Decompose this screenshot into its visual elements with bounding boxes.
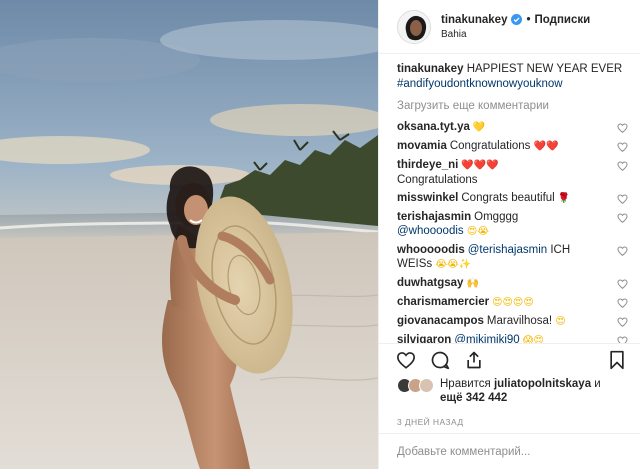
comment-username[interactable]: duwhatgsay bbox=[397, 277, 463, 289]
comment-container: oksana.tyt.ya 💛 movamia Congratulations ❤️❤… bbox=[397, 120, 628, 343]
comment-item: misswinkel Congrats beautiful 🌹 bbox=[397, 191, 628, 206]
comment-username[interactable]: giovanacampos bbox=[397, 315, 484, 327]
likes-summary: Нравится juliatopolnitskaya и ещё 342 44… bbox=[379, 375, 640, 411]
post-actions-bar bbox=[379, 343, 640, 375]
bookmark-icon bbox=[610, 350, 624, 369]
comment-like-heart-icon[interactable] bbox=[617, 336, 628, 343]
comment-like-heart-icon[interactable] bbox=[617, 142, 628, 152]
caption-hashtag[interactable]: #andifyoudontknownowyouknow bbox=[397, 78, 563, 90]
comment-username[interactable]: charismamercier bbox=[397, 296, 489, 308]
comment-text: Maravilhosa! bbox=[486, 315, 553, 327]
comment-like-heart-icon[interactable] bbox=[617, 194, 628, 204]
comment-item: movamia Congratulations ❤️❤️ bbox=[397, 139, 628, 154]
caption-username[interactable]: tinakunakey bbox=[397, 63, 463, 75]
add-comment-bar bbox=[379, 433, 640, 469]
post-header: tinakunakey • Подписки Bahia bbox=[379, 0, 640, 54]
comment-username[interactable]: oksana.tyt.ya bbox=[397, 121, 470, 133]
comment-emoji: 😍😍😍😍 bbox=[492, 297, 534, 308]
comment-item: oksana.tyt.ya 💛 bbox=[397, 120, 628, 135]
post-caption: tinakunakey HAPPIEST NEW YEAR EVER #andi… bbox=[397, 62, 628, 92]
post-photo[interactable] bbox=[0, 0, 378, 469]
comment-text: Congratulations bbox=[397, 174, 478, 186]
likes-text: Нравится juliatopolnitskaya и ещё 342 44… bbox=[440, 377, 601, 405]
comment-like-heart-icon[interactable] bbox=[617, 246, 628, 256]
comment-emoji: 😍 bbox=[555, 316, 566, 327]
comment-username[interactable]: misswinkel bbox=[397, 192, 458, 204]
verified-badge-icon bbox=[511, 14, 523, 25]
comment-username[interactable]: thirdeye_ni bbox=[397, 159, 458, 171]
like-button[interactable] bbox=[395, 349, 417, 371]
add-comment-input[interactable] bbox=[397, 445, 622, 458]
save-button[interactable] bbox=[606, 349, 628, 371]
share-button[interactable] bbox=[463, 349, 485, 371]
post-details-panel: tinakunakey • Подписки Bahia tinakunakey… bbox=[378, 0, 640, 469]
load-more-comments-button[interactable]: Загрузить еще комментарии bbox=[397, 100, 628, 112]
author-username[interactable]: tinakunakey bbox=[441, 14, 507, 26]
post-date[interactable]: 3 ДНЕЙ НАЗАД bbox=[379, 411, 640, 433]
comment-button[interactable] bbox=[429, 349, 451, 371]
comment-username[interactable]: movamia bbox=[397, 140, 447, 152]
comment-bubble-icon bbox=[431, 351, 450, 369]
comment-username[interactable]: silvigaron bbox=[397, 334, 451, 343]
comment-username[interactable]: terishajasmin bbox=[397, 211, 471, 223]
comment-like-heart-icon[interactable] bbox=[617, 317, 628, 327]
caption-text: HAPPIEST NEW YEAR EVER bbox=[466, 63, 623, 75]
comment-like-heart-icon[interactable] bbox=[617, 161, 628, 171]
comment-item: silvigaron @mikimiki90 😱😍 bbox=[397, 333, 628, 343]
comment-emoji: 🙌 bbox=[466, 278, 479, 289]
likes-user[interactable]: juliatopolnitskaya bbox=[494, 378, 591, 390]
comment-item: charismamercier 😍😍😍😍 bbox=[397, 295, 628, 310]
post-modal: tinakunakey • Подписки Bahia tinakunakey… bbox=[0, 0, 640, 469]
comment-emoji: 💛 bbox=[472, 122, 486, 133]
comment-username[interactable]: whooooodis bbox=[397, 244, 465, 256]
heart-outline-icon bbox=[396, 351, 416, 369]
comment-mention[interactable]: @whoooodis bbox=[397, 225, 464, 237]
likes-prefix: Нравится bbox=[440, 378, 491, 390]
likes-count: 342 442 bbox=[465, 392, 508, 404]
comment-item: whooooodis @terishajasmin ICH WEISs 😭😭✨ bbox=[397, 243, 628, 272]
comment-text: Omgggg bbox=[474, 211, 519, 223]
likes-middle: и bbox=[594, 378, 601, 390]
post-location[interactable]: Bahia bbox=[441, 29, 590, 40]
comment-emoji: ❤️❤️❤️ bbox=[461, 160, 499, 171]
comment-emoji: 😍😭 bbox=[466, 226, 489, 237]
comment-item: thirdeye_ni ❤️❤️❤️ Congratulations bbox=[397, 158, 628, 187]
comment-like-heart-icon[interactable] bbox=[617, 298, 628, 308]
comment-emoji: 🌹 bbox=[557, 193, 571, 204]
comments-list[interactable]: tinakunakey HAPPIEST NEW YEAR EVER #andi… bbox=[379, 54, 640, 343]
comment-emoji: ❤️❤️ bbox=[533, 141, 559, 152]
separator-dot: • bbox=[526, 13, 531, 26]
comment-text: Congratulations bbox=[449, 140, 531, 152]
comment-like-heart-icon[interactable] bbox=[617, 123, 628, 133]
comment-item: terishajasmin Omgggg @whoooodis 😍😭 bbox=[397, 210, 628, 239]
comment-text: Congrats beautiful bbox=[461, 192, 555, 204]
comment-emoji: 😱😍 bbox=[522, 335, 544, 343]
beach-photo-illustration bbox=[0, 0, 378, 469]
liker-avatar bbox=[419, 378, 434, 393]
comment-item: duwhatgsay 🙌 bbox=[397, 276, 628, 291]
following-button[interactable]: Подписки bbox=[535, 14, 591, 26]
comment-like-heart-icon[interactable] bbox=[617, 279, 628, 289]
author-avatar[interactable] bbox=[397, 9, 431, 44]
share-upload-icon bbox=[467, 351, 481, 368]
likes-more-prefix: ещё bbox=[440, 392, 463, 404]
comment-like-heart-icon[interactable] bbox=[617, 213, 628, 223]
comment-emoji: 😭😭✨ bbox=[435, 259, 472, 270]
comment-mention[interactable]: @terishajasmin bbox=[468, 244, 547, 256]
comment-item: giovanacampos Maravilhosa! 😍 bbox=[397, 314, 628, 329]
liker-avatars[interactable] bbox=[397, 378, 434, 393]
likes-more[interactable]: ещё 342 442 bbox=[440, 392, 507, 404]
comment-mention[interactable]: @mikimiki90 bbox=[454, 334, 519, 343]
